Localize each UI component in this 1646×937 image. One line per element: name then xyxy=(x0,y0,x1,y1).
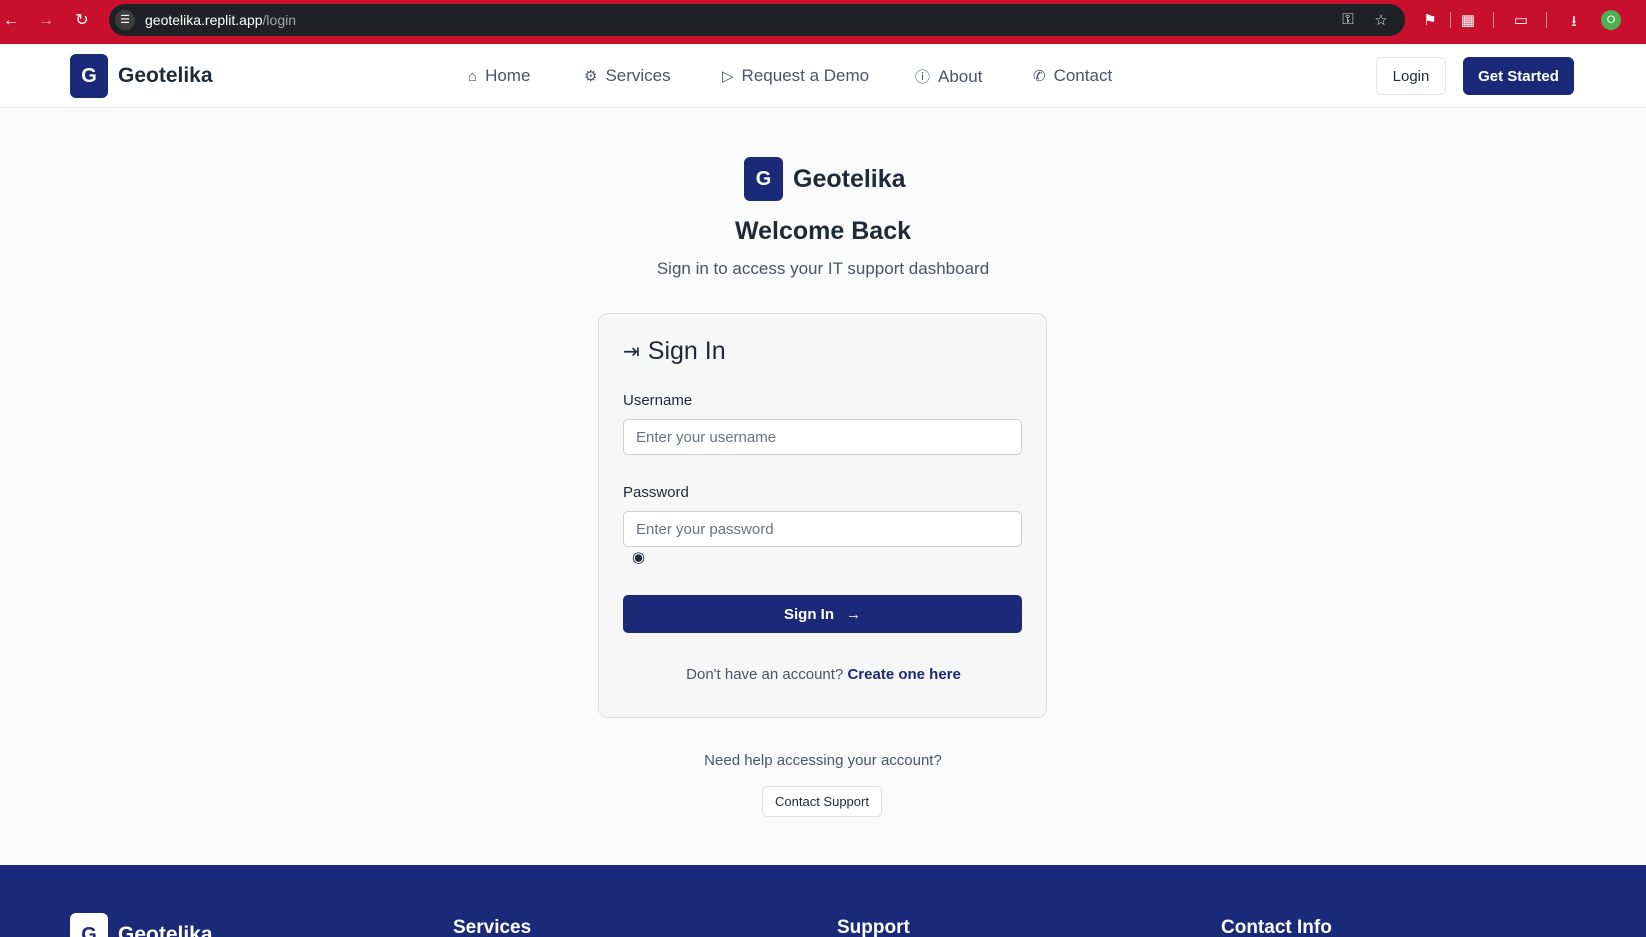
nav-services[interactable]: ⚙ Services xyxy=(584,66,671,86)
username-label: Username xyxy=(623,392,693,409)
extension-icon[interactable]: ⚑ xyxy=(1420,11,1440,29)
header-logo[interactable]: G Geotelika xyxy=(70,54,213,98)
help-text: Need help accessing your account? xyxy=(704,752,942,769)
password-input[interactable] xyxy=(623,511,1022,547)
logo-mark: G xyxy=(744,157,783,201)
nav-contact[interactable]: ✆ Contact xyxy=(1033,66,1112,86)
site-settings-icon[interactable]: ☰ xyxy=(115,10,135,30)
nav-about[interactable]: ⓘ About xyxy=(915,66,982,87)
info-icon: ⓘ xyxy=(915,69,931,86)
cast-icon[interactable]: ▭ xyxy=(1511,11,1531,29)
sign-in-card: ⇥ Sign In Username Password ◉ Sign In → … xyxy=(598,313,1047,718)
site-header: G Geotelika ⌂ Home ⚙ Services ▷ Request … xyxy=(0,44,1646,108)
nav-request-demo[interactable]: ▷ Request a Demo xyxy=(722,66,869,86)
page-subtitle: Sign in to access your IT support dashbo… xyxy=(656,259,990,278)
logo-mark: G xyxy=(70,913,108,937)
bookmark-star-icon[interactable]: ☆ xyxy=(1372,11,1390,29)
contact-support-button[interactable]: Contact Support xyxy=(762,786,882,817)
create-account-link[interactable]: Create one here xyxy=(847,666,960,683)
site-footer: G Geotelika Services Support Contact Inf… xyxy=(0,865,1646,937)
gear-icon: ⚙ xyxy=(584,68,598,85)
arrow-right-icon: → xyxy=(846,605,861,623)
toolbar-divider xyxy=(1546,12,1547,28)
sign-in-button[interactable]: Sign In → xyxy=(623,595,1022,633)
footer-support-heading: Support xyxy=(837,917,910,937)
username-input[interactable] xyxy=(623,419,1022,455)
brand-name: Geotelika xyxy=(118,64,213,87)
browser-toolbar: ← → ↻ ☰ geotelika.replit.app/login ⚿ ☆ ⚑… xyxy=(0,0,1646,44)
brand-name: Geotelika xyxy=(793,164,906,193)
reload-icon[interactable]: ↻ xyxy=(71,10,93,32)
signup-prompt: Don't have an account? Create one here xyxy=(686,666,961,683)
password-label: Password xyxy=(623,484,689,501)
footer-contact-heading: Contact Info xyxy=(1221,917,1332,937)
card-title: ⇥ Sign In xyxy=(623,337,726,365)
footer-logo[interactable]: G Geotelika xyxy=(70,913,213,937)
logo-mark: G xyxy=(70,54,108,98)
download-icon[interactable]: ⭳ xyxy=(1564,11,1584,36)
eye-icon[interactable]: ◉ xyxy=(632,548,645,566)
get-started-button[interactable]: Get Started xyxy=(1463,57,1574,95)
nav-home[interactable]: ⌂ Home xyxy=(468,66,530,86)
back-icon[interactable]: ← xyxy=(0,10,22,32)
login-button[interactable]: Login xyxy=(1376,57,1446,95)
footer-services-heading: Services xyxy=(453,917,532,937)
password-key-icon[interactable]: ⚿ xyxy=(1339,11,1357,28)
page-title: Welcome Back xyxy=(734,217,911,245)
forward-icon[interactable]: → xyxy=(35,10,57,32)
hero-logo: G Geotelika xyxy=(744,157,906,201)
toolbar-divider xyxy=(1450,12,1451,28)
puzzle-extensions-icon[interactable]: ▦ xyxy=(1458,11,1478,29)
login-icon: ⇥ xyxy=(623,341,640,363)
play-icon: ▷ xyxy=(722,68,734,85)
profile-avatar[interactable]: O xyxy=(1601,10,1621,30)
url-text[interactable]: geotelika.replit.app/login xyxy=(145,12,296,28)
brand-name: Geotelika xyxy=(118,923,213,937)
toolbar-divider xyxy=(1493,12,1494,28)
phone-icon: ✆ xyxy=(1033,68,1046,85)
address-bar[interactable]: ☰ geotelika.replit.app/login ⚿ ☆ xyxy=(109,4,1405,36)
home-icon: ⌂ xyxy=(468,67,478,85)
